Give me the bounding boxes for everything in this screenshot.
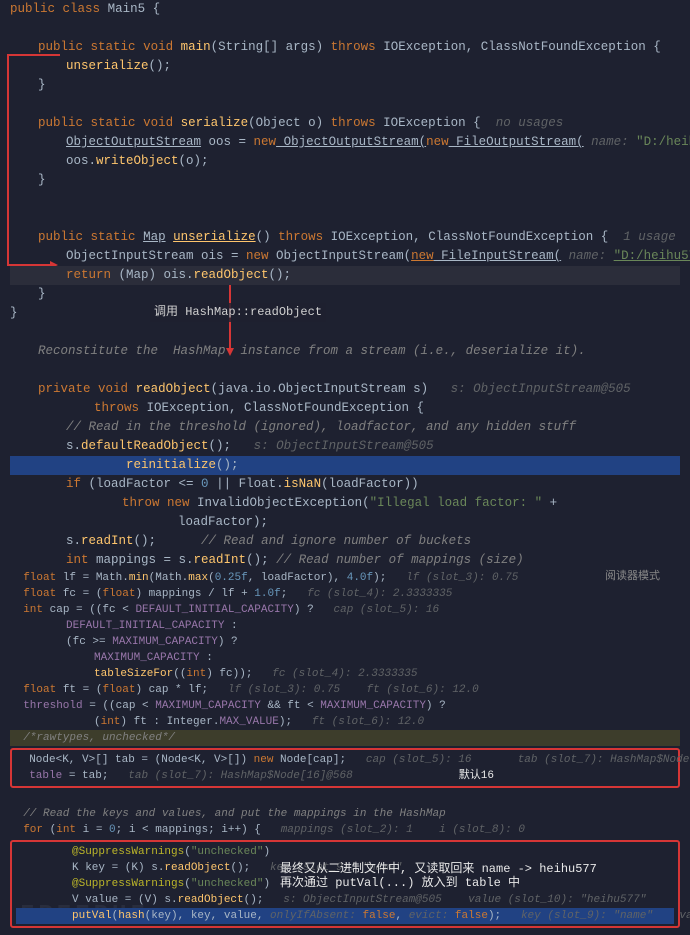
code-line[interactable]: for (int i = 0; i < mappings; i++) { map… [10,822,680,838]
usage-hint: no usages [481,116,564,130]
comment-line: Reconstitute the HashMap instance from a… [10,342,680,361]
code-line[interactable]: float fc = (float) mappings / lf + 1.0f;… [10,586,680,602]
code-line[interactable]: ObjectInputStream ois = new ObjectInputS… [10,247,680,266]
code-line[interactable]: table = tab; tab (slot_7): HashMap$Node[… [16,768,674,784]
code-line[interactable]: s.readInt(); // Read and ignore number o… [10,532,680,551]
code-line[interactable]: } [10,171,680,190]
code-line[interactable]: if (loadFactor <= 0 || Float.isNaN(loadF… [10,475,680,494]
code-line[interactable]: public static void main(String[] args) t… [10,38,680,57]
comment-line: // Read in the threshold (ignored), load… [10,418,680,437]
code-line[interactable]: loadFactor); [10,513,680,532]
class-name: Main5 [108,2,146,16]
method-call: unserialize [66,59,149,73]
string-literal: "D:/heihu577.ser" [636,135,690,149]
code-line[interactable]: unserialize(); [10,57,680,76]
code-line[interactable]: MAXIMUM_CAPACITY : [10,650,680,666]
reader-mode-label[interactable]: 阅读器模式 [605,568,660,587]
code-line[interactable]: ObjectOutputStream oos = new ObjectOutpu… [10,133,680,152]
code-line[interactable]: public static Map unserialize() throws I… [10,228,680,247]
comment-line: /*rawtypes, unchecked*/ [10,730,680,746]
execution-line[interactable]: reinitialize(); [10,456,680,475]
method-name: main [181,40,211,54]
code-line[interactable]: oos.writeObject(o); [10,152,680,171]
string-literal: "D:/heihu577.ser" [614,249,690,263]
blank-line [10,209,680,228]
code-line[interactable]: } [10,285,680,304]
highlighted-line[interactable]: return (Map) ois.readObject(); [10,266,680,285]
code-line[interactable]: Node<K, V>[] tab = (Node<K, V>[]) new No… [16,752,674,768]
usage-hint: 1 usage [608,230,676,244]
highlight-box-1: Node<K, V>[] tab = (Node<K, V>[]) new No… [10,748,680,788]
code-line[interactable]: public static void serialize(Object o) t… [10,114,680,133]
code-line[interactable]: private void readObject(java.io.ObjectIn… [10,380,680,399]
keyword: public [10,2,55,16]
code-line[interactable]: float ft = (float) cap * lf; lf (slot_3)… [10,682,680,698]
code-line[interactable]: throw new InvalidObjectException("Illega… [10,494,680,513]
comment-line: // Read the keys and values, and put the… [10,806,680,822]
code-line[interactable]: s.defaultReadObject(); s: ObjectInputStr… [10,437,680,456]
code-line[interactable]: DEFAULT_INITIAL_CAPACITY : [10,618,680,634]
blank-line [10,190,680,209]
code-line[interactable]: tableSizeFor((int) fc)); fc (slot_4): 2.… [10,666,680,682]
code-line[interactable]: (int) ft : Integer.MAX_VALUE); ft (slot_… [10,714,680,730]
code-line[interactable]: int cap = ((fc < DEFAULT_INITIAL_CAPACIT… [10,602,680,618]
annotation-default: 默认16 [459,768,494,784]
code-line[interactable]: (fc >= MAXIMUM_CAPACITY) ? [10,634,680,650]
code-line[interactable]: threshold = ((cap < MAXIMUM_CAPACITY && … [10,698,680,714]
keyword: class [63,2,101,16]
annotation-text: 最终又从二进制文件中, 又读取回来 name -> heihu577 再次通过 … [280,862,597,890]
code-line[interactable]: throws IOException, ClassNotFoundExcepti… [10,399,680,418]
blank-line [10,361,680,380]
code-line[interactable]: V value = (V) s.readObject(); s: ObjectI… [16,892,674,908]
blank-line [10,790,680,806]
blank-line [10,95,680,114]
code-line[interactable]: } [10,76,680,95]
annotation-label: 调用 HashMap::readObject [150,303,326,322]
code-editor[interactable]: public class Main5 { public static void … [0,0,690,928]
code-line[interactable]: int mappings = s.readInt(); // Read numb… [10,551,680,570]
blank-line [10,323,680,342]
code-line[interactable]: } [10,304,680,323]
execution-line[interactable]: putVal(hash(key), key, value, onlyIfAbse… [16,908,674,924]
code-line[interactable]: @SuppressWarnings("unchecked") [16,844,674,860]
code-line[interactable]: float lf = Math.min(Math.max(0.25f, load… [10,570,680,586]
code-line[interactable]: public class Main5 { [10,0,680,19]
blank-line [10,19,680,38]
